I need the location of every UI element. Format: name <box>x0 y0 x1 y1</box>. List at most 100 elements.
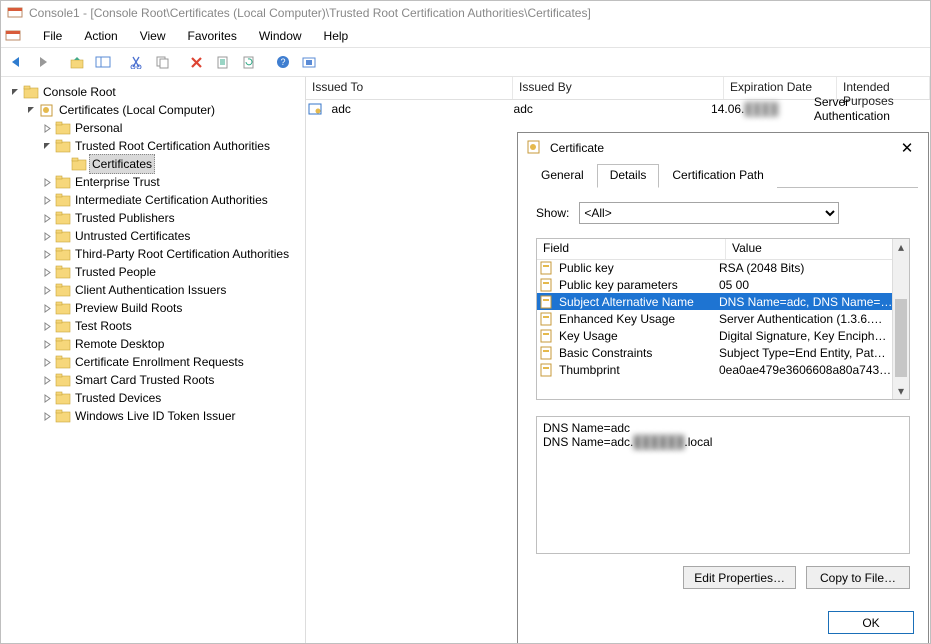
menu-window[interactable]: Window <box>255 27 306 45</box>
tree-label: Third-Party Root Certification Authoriti… <box>75 245 289 263</box>
tree-item[interactable]: Trusted Devices <box>9 389 305 407</box>
menu-action[interactable]: Action <box>80 27 121 45</box>
field-row[interactable]: Key UsageDigital Signature, Key Encipher… <box>537 327 893 344</box>
up-button[interactable] <box>65 50 89 74</box>
collapse-icon[interactable] <box>41 176 53 188</box>
folder-icon <box>55 283 71 297</box>
menu-help[interactable]: Help <box>320 27 353 45</box>
folder-icon <box>55 391 71 405</box>
field-icon <box>539 346 555 360</box>
scroll-thumb[interactable] <box>895 299 907 377</box>
list-row[interactable]: adc adc 14.06.████ Server Authentication <box>306 100 930 118</box>
expand-icon[interactable] <box>25 104 37 116</box>
tab-certification-path[interactable]: Certification Path <box>659 164 776 188</box>
menu-favorites[interactable]: Favorites <box>184 27 241 45</box>
collapse-icon[interactable] <box>41 356 53 368</box>
close-button[interactable]: ✕ <box>894 137 920 159</box>
folder-icon <box>55 175 71 189</box>
tree-item[interactable]: Certificate Enrollment Requests <box>9 353 305 371</box>
collapse-icon[interactable] <box>41 392 53 404</box>
menu-file[interactable]: File <box>39 27 66 45</box>
tree-personal[interactable]: Personal <box>9 119 305 137</box>
show-hide-tree-button[interactable] <box>91 50 115 74</box>
tree-item[interactable]: Test Roots <box>9 317 305 335</box>
tree-certificates-root[interactable]: Certificates (Local Computer) <box>9 101 305 119</box>
field-row[interactable]: Basic ConstraintsSubject Type=End Entity… <box>537 344 893 361</box>
col-value[interactable]: Value <box>726 239 909 259</box>
tree-pane[interactable]: Console Root Certificates (Local Compute… <box>1 77 306 643</box>
col-issued-by[interactable]: Issued By <box>513 77 724 99</box>
tab-general[interactable]: General <box>528 164 597 188</box>
collapse-icon[interactable] <box>41 374 53 386</box>
value-detail-box[interactable]: DNS Name=adcDNS Name=adc.██████.local <box>536 416 910 554</box>
collapse-icon[interactable] <box>41 284 53 296</box>
collapse-icon[interactable] <box>41 122 53 134</box>
copy-to-file-button[interactable]: Copy to File… <box>806 566 910 589</box>
collapse-icon[interactable] <box>41 410 53 422</box>
scroll-up-icon[interactable]: ▴ <box>893 239 909 255</box>
col-field[interactable]: Field <box>537 239 726 259</box>
collapse-icon[interactable] <box>41 248 53 260</box>
show-dropdown[interactable]: <All> <box>579 202 839 224</box>
tab-details[interactable]: Details <box>597 164 660 188</box>
tree-item[interactable]: Trusted People <box>9 263 305 281</box>
cut-button[interactable] <box>125 50 149 74</box>
field-row[interactable]: Thumbprint0ea0ae479e3606608a80a743… <box>537 361 893 378</box>
tree-trusted-root-ca[interactable]: Trusted Root Certification Authorities <box>9 137 305 155</box>
collapse-icon[interactable] <box>41 212 53 224</box>
options-button[interactable] <box>297 50 321 74</box>
tree-item[interactable]: Smart Card Trusted Roots <box>9 371 305 389</box>
tree-console-root[interactable]: Console Root <box>9 83 305 101</box>
tree-item[interactable]: Third-Party Root Certification Authoriti… <box>9 245 305 263</box>
folder-icon <box>55 301 71 315</box>
field-name: Public key <box>559 261 719 275</box>
tree-item[interactable]: Windows Live ID Token Issuer <box>9 407 305 425</box>
forward-button[interactable] <box>31 50 55 74</box>
field-row[interactable]: Enhanced Key UsageServer Authentication … <box>537 310 893 327</box>
ok-button[interactable]: OK <box>828 611 914 634</box>
folder-icon <box>55 211 71 225</box>
folder-icon <box>71 157 87 171</box>
refresh-button[interactable] <box>237 50 261 74</box>
collapse-icon[interactable] <box>41 194 53 206</box>
folder-icon <box>55 121 71 135</box>
tree-item[interactable]: Untrusted Certificates <box>9 227 305 245</box>
field-row[interactable]: Public keyRSA (2048 Bits) <box>537 259 893 276</box>
tree-item[interactable]: Trusted Publishers <box>9 209 305 227</box>
tree-label: Trusted People <box>75 263 156 281</box>
delete-button[interactable] <box>185 50 209 74</box>
collapse-icon[interactable] <box>41 320 53 332</box>
scroll-track[interactable] <box>893 255 909 383</box>
tree-item[interactable]: Client Authentication Issuers <box>9 281 305 299</box>
tree-item[interactable]: Preview Build Roots <box>9 299 305 317</box>
collapse-icon[interactable] <box>41 230 53 242</box>
expand-icon[interactable] <box>9 86 21 98</box>
properties-button[interactable] <box>211 50 235 74</box>
certificate-icon <box>526 139 542 158</box>
field-row[interactable]: Public key parameters05 00 <box>537 276 893 293</box>
collapse-icon[interactable] <box>41 266 53 278</box>
field-value: Subject Type=End Entity, Pat… <box>719 346 893 360</box>
copy-button[interactable] <box>151 50 175 74</box>
tree-item[interactable]: Remote Desktop <box>9 335 305 353</box>
certificate-dialog: Certificate ✕ General Details Certificat… <box>517 132 929 644</box>
tree-item[interactable]: Enterprise Trust <box>9 173 305 191</box>
help-button[interactable]: ? <box>271 50 295 74</box>
field-icon <box>539 261 555 275</box>
field-row[interactable]: Subject Alternative NameDNS Name=adc, DN… <box>537 293 893 310</box>
tree-item[interactable]: Intermediate Certification Authorities <box>9 191 305 209</box>
scroll-down-icon[interactable]: ▾ <box>893 383 909 399</box>
folder-icon <box>55 139 71 153</box>
tree-label: Certificate Enrollment Requests <box>75 353 244 371</box>
col-issued-to[interactable]: Issued To <box>306 77 513 99</box>
expand-icon[interactable] <box>41 140 53 152</box>
field-list[interactable]: Field Value Public keyRSA (2048 Bits)Pub… <box>536 238 910 400</box>
menu-view[interactable]: View <box>136 27 170 45</box>
tree-certificates-leaf[interactable]: Certificates <box>9 155 305 173</box>
collapse-icon[interactable] <box>41 338 53 350</box>
collapse-icon[interactable] <box>41 302 53 314</box>
back-button[interactable] <box>5 50 29 74</box>
spacer <box>57 158 69 170</box>
edit-properties-button[interactable]: Edit Properties… <box>683 566 796 589</box>
scrollbar[interactable]: ▴ ▾ <box>892 239 909 399</box>
